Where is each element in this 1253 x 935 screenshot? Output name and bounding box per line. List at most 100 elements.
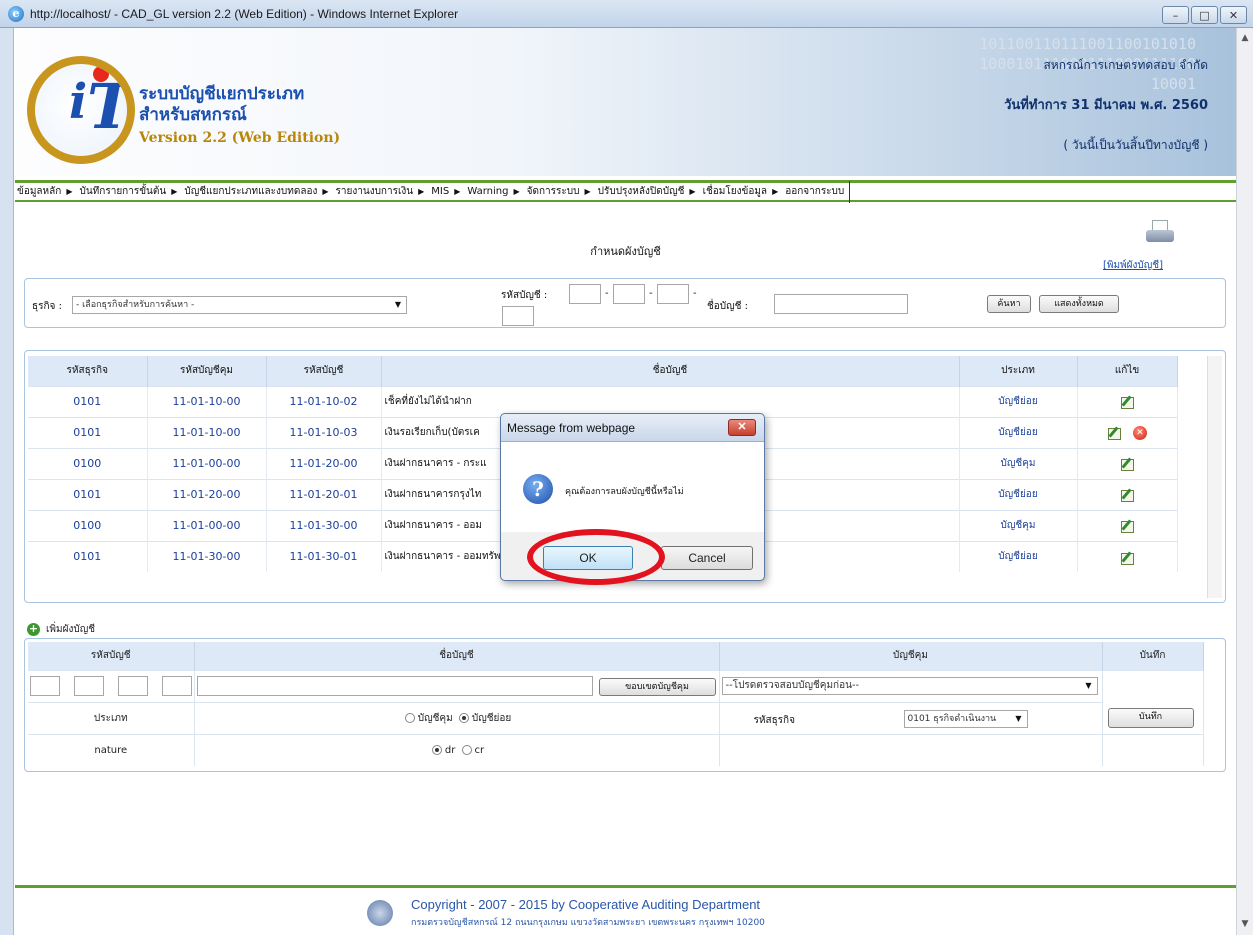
new-account-code-cell [28, 669, 195, 702]
grid-scrollbar[interactable] [1207, 356, 1222, 598]
page-scrollbar[interactable]: ▲ ▼ [1236, 28, 1253, 935]
nature-radio-group: dr cr [194, 733, 720, 766]
col-control-code: รหัสบัญชีคุม [147, 356, 267, 386]
menu-item-7[interactable]: ปรับปรุงหลังปิดบัญชี [598, 184, 685, 199]
menu-arrow-icon: ▶ [772, 187, 779, 196]
menu-item-4[interactable]: MIS [431, 186, 449, 197]
menu-item-8[interactable]: เชื่อมโยงข้อมูล [703, 184, 767, 199]
edit-icon[interactable] [1120, 551, 1134, 565]
system-name: ระบบบัญชีแยกประเภท สำหรับสหกรณ์ [139, 84, 305, 125]
menu-item-5[interactable]: Warning [467, 186, 508, 197]
empty-cell [1102, 733, 1204, 766]
biz-code-label: รหัสธุรกิจ [753, 714, 795, 726]
col-edit: แก้ไข [1077, 356, 1178, 386]
account-name-input[interactable] [774, 294, 908, 314]
page-title: กำหนดผังบัญชี [590, 245, 661, 258]
new-account-name-input[interactable] [196, 675, 593, 696]
nature-dr-radio[interactable] [431, 744, 442, 755]
cell-biz: 0101 [28, 478, 148, 510]
footer: Copyright - 2007 - 2015 by Cooperative A… [15, 885, 1236, 935]
account-code-part2-input[interactable] [613, 284, 645, 304]
nature-cr-radio[interactable] [461, 744, 472, 755]
minimize-button[interactable]: – [1162, 6, 1189, 24]
col-account-name: ชื่อบัญชี [381, 356, 960, 386]
cancel-button[interactable]: Cancel [661, 546, 753, 570]
cad-seal-logo [367, 900, 393, 926]
new-account-name-cell: ขอบเขตบัญชีคุม [194, 669, 720, 702]
plus-icon[interactable]: + [27, 623, 40, 636]
cell-actions [1077, 385, 1178, 417]
menu-arrow-icon: ▶ [418, 187, 425, 196]
menu-arrow-icon: ▶ [584, 187, 591, 196]
cell-biz: 0100 [28, 509, 148, 541]
cell-control: 11-01-20-00 [147, 478, 267, 510]
menu-item-2[interactable]: บัญชีแยกประเภทและงบทดลอง [184, 184, 317, 199]
ie-browser-icon: e [8, 5, 24, 22]
empty-cell [719, 733, 1103, 766]
cell-type: บัญชีย่อย [959, 385, 1078, 417]
cell-type: บัญชีคุม [959, 509, 1078, 541]
cell-code: 11-01-10-03 [266, 416, 382, 448]
menu-item-3[interactable]: รายงานงบการเงิน [336, 184, 414, 199]
save-cell: บันทึก [1102, 669, 1204, 734]
edit-icon[interactable] [1120, 488, 1134, 503]
control-account-select[interactable]: --โปรดตรวจสอบบัญชีคุมก่อน-- ▼ [721, 676, 1098, 695]
edit-icon[interactable] [1120, 519, 1134, 534]
business-label: ธุรกิจ : [32, 301, 62, 312]
menu-item-0[interactable]: ข้อมูลหลัก [17, 184, 61, 199]
business-select[interactable]: - เลือกธุรกิจสำหรับการค้นหา - ▼ [72, 296, 407, 314]
cell-code: 11-01-30-00 [266, 509, 382, 541]
biz-code-select[interactable]: 0101 ธุรกิจดำเนินงาน ▼ [903, 709, 1028, 728]
close-window-button[interactable]: ✕ [1220, 6, 1247, 24]
scroll-down-icon[interactable]: ▼ [1237, 916, 1253, 933]
new-code-part2-input[interactable] [74, 675, 104, 696]
cell-actions: ✕ [1077, 416, 1178, 448]
type-sub-radio[interactable] [458, 712, 469, 723]
account-code-part1-input[interactable] [569, 284, 601, 304]
year-end-note: ( วันนี้เป็นวันสิ้นปีทางบัญชี ) [1063, 138, 1208, 152]
show-all-button[interactable]: แสดงทั้งหมด [1039, 295, 1119, 313]
ok-highlight-annotation [527, 529, 665, 585]
search-button[interactable]: ค้นหา [987, 295, 1031, 313]
nature-label: nature [28, 733, 195, 766]
menu-item-1[interactable]: บันทึกรายการขั้นต้น [80, 184, 167, 199]
edit-icon[interactable] [1120, 395, 1134, 410]
edit-icon[interactable] [1107, 426, 1121, 440]
type-label: ประเภท [28, 701, 195, 734]
maximize-button[interactable]: □ [1191, 6, 1218, 24]
cell-type: บัญชีคุม [959, 447, 1078, 479]
save-button[interactable]: บันทึก [1107, 707, 1194, 728]
print-chart-link[interactable]: [พิมพ์ผังบัญชี] [1103, 258, 1163, 273]
cell-type: บัญชีย่อย [959, 416, 1078, 448]
address-text: กรมตรวจบัญชีสหกรณ์ 12 ถนนกรุงเกษม แขวงวั… [411, 918, 765, 928]
printer-icon[interactable] [1143, 218, 1177, 248]
menu-item-6[interactable]: จัดการระบบ [527, 184, 580, 199]
cell-actions [1077, 509, 1178, 541]
cell-biz: 0101 [28, 385, 148, 417]
new-code-part1-input[interactable] [30, 675, 60, 696]
check-control-button[interactable]: ขอบเขตบัญชีคุม [598, 677, 716, 696]
type-control-radio[interactable] [404, 712, 415, 723]
new-code-part3-input[interactable] [118, 675, 148, 696]
account-code-part4-input[interactable] [502, 306, 534, 326]
search-panel: ธุรกิจ : - เลือกธุรกิจสำหรับการค้นหา - ▼ … [24, 278, 1226, 328]
edit-icon[interactable] [1120, 457, 1134, 472]
account-code-part3-input[interactable] [657, 284, 689, 304]
cell-actions [1077, 478, 1178, 510]
scroll-up-icon[interactable]: ▲ [1237, 30, 1253, 47]
chevron-down-icon: ▼ [394, 300, 401, 309]
chevron-down-icon: ▼ [1085, 680, 1092, 690]
col-biz-code: รหัสธุรกิจ [28, 356, 148, 386]
dialog-close-icon[interactable]: ✕ [728, 419, 756, 436]
dialog-body: ? คุณต้องการลบผังบัญชีนี้หรือไม่ [501, 442, 764, 532]
cell-code: 11-01-20-00 [266, 447, 382, 479]
form-col-name: ชื่อบัญชี [194, 642, 720, 670]
new-code-part4-input[interactable] [162, 675, 192, 696]
add-account-header[interactable]: + เพิ่มผังบัญชี [27, 622, 95, 637]
delete-icon[interactable]: ✕ [1133, 425, 1147, 440]
cell-control: 11-01-00-00 [147, 447, 267, 479]
menu-item-9[interactable]: ออกจากระบบ [785, 184, 844, 199]
window-titlebar: e http://localhost/ - CAD_GL version 2.2… [0, 0, 1253, 28]
cell-control: 11-01-30-00 [147, 540, 267, 572]
menu-arrow-icon: ▶ [454, 187, 461, 196]
